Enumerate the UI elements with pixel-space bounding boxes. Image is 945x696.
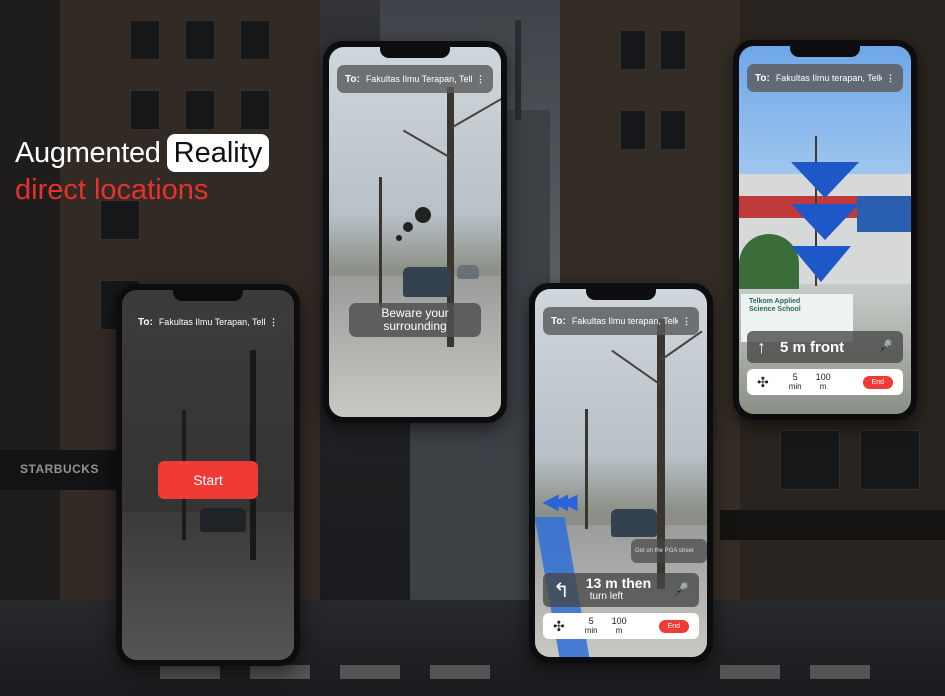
phone-start-screen: To: Fakultas Ilmu Terapan, Telkom ⋮ Star… — [122, 290, 294, 660]
phone-front-screen: Telkom Applied Science School To: Fakult… — [739, 46, 911, 414]
headline-line1: Augmented Reality — [15, 134, 270, 172]
more-options-icon[interactable]: ⋮ — [682, 316, 691, 327]
building-blue-panel — [857, 196, 911, 232]
tree-trunk — [250, 350, 256, 560]
phone-turn: ◀◀◀ Get on the PGA street To: Fakultas I… — [529, 283, 713, 663]
headline: Augmented Reality direct locations — [15, 134, 270, 207]
distance-value: 100 — [815, 372, 831, 382]
start-button[interactable]: Start — [158, 461, 258, 499]
more-options-icon[interactable]: ⋮ — [886, 73, 895, 84]
tree-branch — [402, 129, 452, 159]
end-button[interactable]: End — [862, 375, 893, 389]
street-hint: Get on the PGA street — [631, 539, 707, 563]
tree-branch — [611, 349, 662, 386]
destination-text: Fakultas Ilmu Terapan, Telkom — [158, 317, 265, 327]
tree-trunk — [585, 409, 588, 529]
phone-turn-screen: ◀◀◀ Get on the PGA street To: Fakultas I… — [535, 289, 707, 657]
campus-sign-text: Telkom Applied Science School — [749, 298, 801, 313]
warning-dot — [396, 235, 402, 241]
direction-instruction: turn left — [589, 591, 624, 602]
headline-word-reality: Reality — [166, 134, 270, 172]
direction-panel: ↑ 5 m front 🎤 — [747, 331, 903, 363]
up-arrow-icon: ↑ — [757, 336, 766, 357]
warning-dot — [403, 222, 413, 232]
car — [457, 265, 479, 279]
destination-text: Fakultas Ilmu Terapan, Telkom — [365, 74, 472, 84]
chevron-down-icon — [791, 204, 859, 240]
car — [611, 509, 657, 537]
phone-front: Telkom Applied Science School To: Fakult… — [733, 40, 917, 420]
time-unit: min — [788, 382, 802, 391]
headline-word-augmented: Augmented — [15, 136, 161, 169]
road — [122, 512, 294, 660]
tree-branch — [450, 97, 501, 129]
direction-panel: ↰ 13 m then turn left 🎤 — [543, 573, 699, 607]
time-stat: 5 min — [584, 616, 598, 636]
time-stat: 5 min — [788, 372, 802, 392]
phone-notch — [380, 47, 450, 58]
distance-stat: 100 m — [611, 616, 627, 636]
phone-warning: To: Fakultas Ilmu Terapan, Telkom ⋮ Bewa… — [323, 41, 507, 423]
tree-branch — [660, 330, 703, 361]
destination-text: Fakultas Ilmu terapan, Telkom — [571, 316, 678, 326]
destination-bar[interactable]: To: Fakultas Ilmu terapan, Telkom ⋮ — [543, 307, 699, 335]
phone-notch — [173, 290, 243, 301]
distance-stat: 100 m — [815, 372, 831, 392]
end-button[interactable]: End — [658, 619, 689, 633]
tree-trunk — [379, 177, 382, 307]
distance-unit: m — [819, 382, 827, 391]
warning-dot — [415, 207, 431, 223]
direction-distance: 5 m front — [780, 338, 845, 356]
more-options-icon[interactable]: ⋮ — [269, 317, 278, 328]
warning-bubble: Beware your surrounding — [349, 303, 481, 337]
turn-left-chevrons-icon: ◀◀◀ — [543, 491, 577, 513]
camera-view — [329, 47, 501, 417]
trip-info-bar: ✣ 5 min 100 m End — [747, 369, 903, 395]
sidewalk — [329, 276, 501, 417]
time-value: 5 — [588, 616, 594, 626]
turn-left-arrow-icon: ↰ — [553, 579, 570, 602]
time-unit: min — [584, 626, 598, 635]
phone-notch — [790, 46, 860, 57]
distance-unit: m — [615, 626, 623, 635]
direction-distance: 13 m then — [585, 575, 652, 591]
car — [200, 508, 246, 532]
destination-bar[interactable]: To: Fakultas Ilmu Terapan, Telkom ⋮ — [130, 308, 286, 336]
to-label: To: — [345, 73, 360, 85]
car — [403, 267, 451, 297]
distance-value: 100 — [611, 616, 627, 626]
trip-info-bar: ✣ 5 min 100 m End — [543, 613, 699, 639]
phone-start: To: Fakultas Ilmu Terapan, Telkom ⋮ Star… — [116, 284, 300, 666]
phone-warning-screen: To: Fakultas Ilmu Terapan, Telkom ⋮ Bewa… — [329, 47, 501, 417]
more-options-icon[interactable]: ⋮ — [476, 74, 485, 85]
chevron-down-icon — [791, 246, 851, 282]
chevron-down-icon — [791, 162, 859, 198]
microphone-icon[interactable]: 🎤 — [877, 339, 893, 355]
direction-text: 13 m then turn left — [586, 576, 651, 604]
headline-subtitle: direct locations — [15, 174, 209, 206]
time-value: 5 — [792, 372, 798, 382]
to-label: To: — [138, 316, 153, 328]
tree — [739, 234, 799, 289]
microphone-icon[interactable]: 🎤 — [673, 582, 689, 598]
destination-bar[interactable]: To: Fakultas Ilmu Terapan, Telkom ⋮ — [337, 65, 493, 93]
to-label: To: — [755, 72, 770, 84]
to-label: To: — [551, 315, 566, 327]
compass-icon[interactable]: ✣ — [757, 374, 769, 391]
destination-text: Fakultas Ilmu terapan, Telkom — [775, 73, 882, 83]
phone-notch — [586, 289, 656, 300]
destination-bar[interactable]: To: Fakultas Ilmu terapan, Telkom ⋮ — [747, 64, 903, 92]
compass-icon[interactable]: ✣ — [553, 618, 565, 635]
